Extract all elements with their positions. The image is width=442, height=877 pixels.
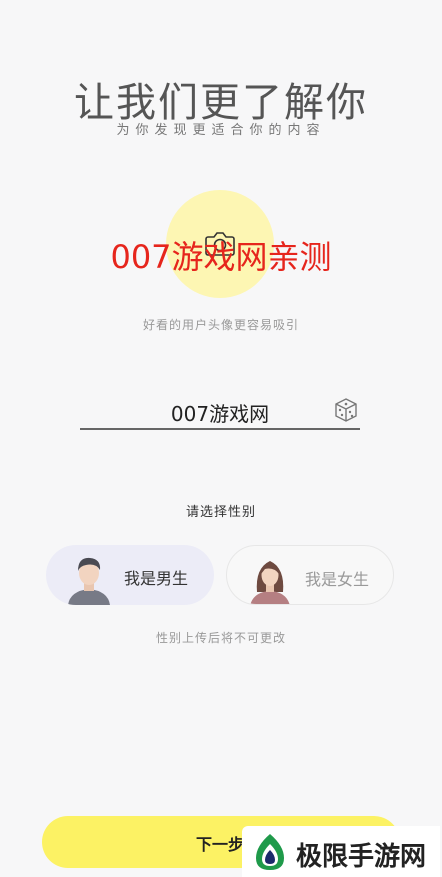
gender-note: 性别上传后将不可更改 — [155, 631, 286, 645]
site-watermark-badge: 极限手游网 — [242, 826, 440, 877]
gender-section-title: 请选择性别 — [185, 505, 256, 520]
site-watermark-text: 极限手游网 — [296, 842, 427, 872]
nickname-value[interactable]: 007游戏网 — [80, 398, 360, 427]
next-button-label: 下一步 — [196, 835, 245, 854]
page-subtitle: 为你发现更适合你的内容 — [116, 123, 326, 138]
female-option-button[interactable]: 我是女生 — [226, 545, 394, 605]
male-option-button[interactable]: 我是男生 — [46, 545, 214, 605]
dice-icon[interactable] — [332, 396, 360, 424]
watermark-text: 007游戏网亲测 — [110, 238, 332, 276]
nickname-field[interactable]: 007游戏网 — [80, 392, 360, 430]
male-avatar-icon — [68, 557, 110, 605]
avatar-hint: 好看的用户头像更容易吸引 — [142, 318, 299, 332]
site-logo-icon — [256, 834, 284, 870]
female-avatar-icon — [250, 561, 290, 604]
female-option-label: 我是女生 — [305, 570, 370, 589]
male-option-label: 我是男生 — [124, 569, 189, 588]
